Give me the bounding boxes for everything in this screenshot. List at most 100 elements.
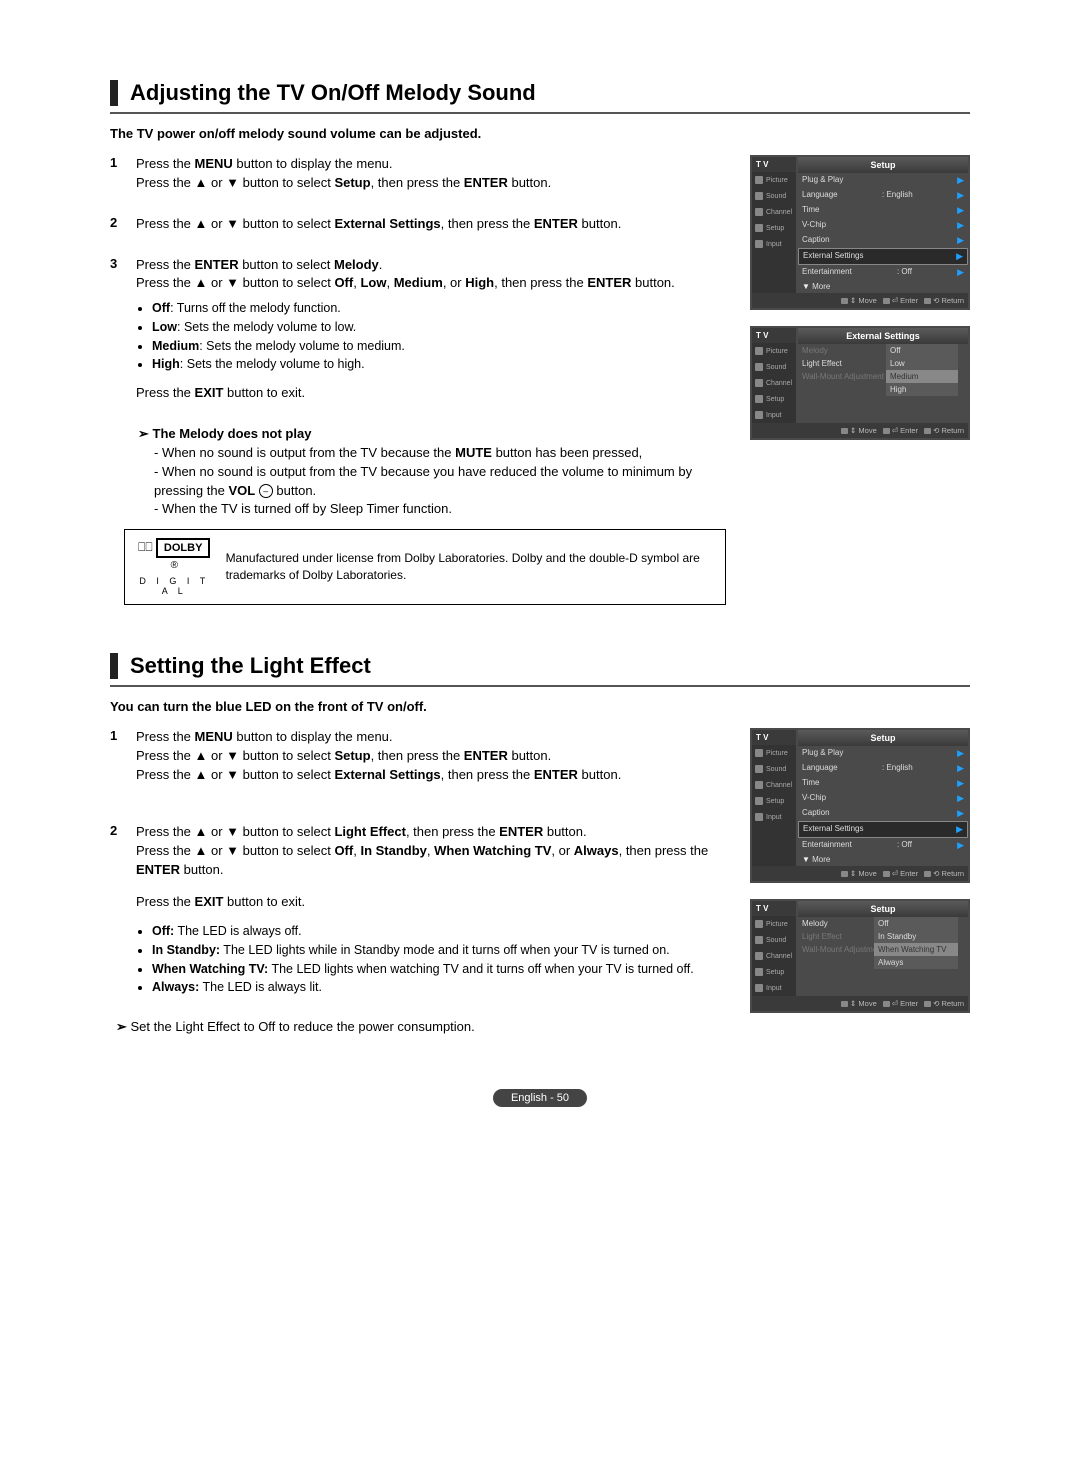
osd-row-time[interactable]: Time▶ (798, 203, 968, 218)
sidebar-item-picture[interactable]: Picture (752, 343, 796, 359)
osd-row-caption[interactable]: Caption▶ (798, 806, 968, 821)
sidebar-item-setup[interactable]: Setup (752, 220, 796, 236)
list-item: High: Sets the melody volume to high. (152, 355, 726, 374)
osd-row-language[interactable]: Language: English▶ (798, 188, 968, 203)
osd-row-more[interactable]: More (798, 853, 968, 866)
text: , (386, 275, 393, 290)
text: button. (578, 216, 621, 231)
sidebar-item-picture[interactable]: Picture (752, 172, 796, 188)
sidebar-item-channel[interactable]: Channel (752, 777, 796, 793)
text-bold: Low (360, 275, 386, 290)
picture-icon (755, 920, 763, 928)
sidebar-item-channel[interactable]: Channel (752, 204, 796, 220)
step-1: 1 Press the MENU button to display the m… (110, 155, 726, 193)
text: Press the ▲ or ▼ button to select (136, 175, 334, 190)
dropdown-option-high[interactable]: High (886, 383, 958, 396)
osd-row-external-settings[interactable]: External Settings▶ (798, 821, 968, 838)
dolby-notice: ⎕⎕ DOLBY® D I G I T A L Manufactured und… (124, 529, 726, 605)
text: button to select (239, 257, 334, 272)
dropdown-option-when-watching-tv[interactable]: When Watching TV (874, 943, 958, 956)
text-bold: ENTER (534, 216, 578, 231)
osd-row-entertainment[interactable]: Entertainment: Off▶ (798, 265, 968, 280)
osd-row-time[interactable]: Time▶ (798, 776, 968, 791)
step-number: 1 (110, 728, 124, 785)
list-item: In Standby: The LED lights while in Stan… (152, 941, 726, 960)
osd-header: Setup (798, 901, 968, 917)
channel-icon (755, 208, 763, 216)
sidebar-item-picture[interactable]: Picture (752, 916, 796, 932)
osd-row-external-settings[interactable]: External Settings▶ (798, 248, 968, 265)
text-bold: MUTE (455, 445, 492, 460)
sidebar-item-picture[interactable]: Picture (752, 745, 796, 761)
dropdown-option-off[interactable]: Off (886, 344, 958, 357)
osd-tv-label: T V (752, 901, 796, 916)
osd-row-vchip[interactable]: V-Chip▶ (798, 218, 968, 233)
channel-icon (755, 952, 763, 960)
text: , then press the (441, 216, 534, 231)
step-number: 1 (110, 155, 124, 193)
text: , then press the (494, 275, 587, 290)
text: button to exit. (223, 385, 305, 400)
sidebar-item-input[interactable]: Input (752, 809, 796, 825)
sidebar-item-channel[interactable]: Channel (752, 375, 796, 391)
sidebar-item-input[interactable]: Input (752, 980, 796, 996)
sidebar-item-setup[interactable]: Setup (752, 793, 796, 809)
setup-icon (755, 395, 763, 403)
text: button. (508, 175, 551, 190)
osd-footer: ⇕ Move ⏎ Enter ⟲ Return (752, 996, 968, 1011)
input-icon (755, 984, 763, 992)
text-bold: ENTER (587, 275, 631, 290)
text-bold: Setup (334, 175, 370, 190)
sidebar-item-channel[interactable]: Channel (752, 948, 796, 964)
text: button. (273, 483, 316, 498)
step-number: 2 (110, 823, 124, 997)
text-bold: MENU (195, 156, 233, 171)
section-intro: The TV power on/off melody sound volume … (110, 126, 970, 141)
light-effect-dropdown: Off In Standby When Watching TV Always (874, 917, 958, 969)
osd-row-plugplay[interactable]: Plug & Play▶ (798, 173, 968, 188)
list-item: Low: Sets the melody volume to low. (152, 318, 726, 337)
text: . (379, 257, 383, 272)
dropdown-option-medium[interactable]: Medium (886, 370, 958, 383)
sidebar-item-sound[interactable]: Sound (752, 188, 796, 204)
sidebar-item-setup[interactable]: Setup (752, 391, 796, 407)
sidebar-item-sound[interactable]: Sound (752, 359, 796, 375)
osd-header: External Settings (798, 328, 968, 344)
osd-row-entertainment[interactable]: Entertainment: Off▶ (798, 838, 968, 853)
osd-setup-menu: T V Picture Sound Channel Setup Input Se… (750, 155, 970, 310)
osd-row-plugplay[interactable]: Plug & Play▶ (798, 746, 968, 761)
dropdown-option-in-standby[interactable]: In Standby (874, 930, 958, 943)
melody-note: The Melody does not play - When no sound… (138, 425, 726, 519)
text-bold: EXIT (195, 385, 224, 400)
text: - When the TV is turned off by Sleep Tim… (154, 500, 726, 519)
text: button. (631, 275, 674, 290)
text: Press the ▲ or ▼ button to select (136, 275, 334, 290)
sidebar-item-input[interactable]: Input (752, 236, 796, 252)
dolby-digital-label: D I G I T A L (137, 576, 212, 596)
osd-footer: ⇕ Move ⏎ Enter ⟲ Return (752, 293, 968, 308)
list-item: Off: The LED is always off. (152, 922, 726, 941)
osd-row-more[interactable]: More (798, 280, 968, 293)
dropdown-option-low[interactable]: Low (886, 357, 958, 370)
list-item: Medium: Sets the melody volume to medium… (152, 337, 726, 356)
melody-options-list: Off: Turns off the melody function. Low:… (152, 299, 726, 374)
dropdown-option-off[interactable]: Off (874, 917, 958, 930)
text: Press the ▲ or ▼ button to select (136, 216, 334, 231)
list-item: When Watching TV: The LED lights when wa… (152, 960, 726, 979)
text: - When no sound is output from the TV be… (154, 445, 455, 460)
sidebar-item-input[interactable]: Input (752, 407, 796, 423)
text-bold: High (465, 275, 494, 290)
sidebar-item-sound[interactable]: Sound (752, 761, 796, 777)
section-light-effect: Setting the Light Effect You can turn th… (110, 653, 970, 1035)
dropdown-option-always[interactable]: Always (874, 956, 958, 969)
setup-icon (755, 968, 763, 976)
vol-minus-icon: – (259, 484, 273, 498)
text-bold: ENTER (464, 175, 508, 190)
osd-header: Setup (798, 157, 968, 173)
osd-row-language[interactable]: Language: English▶ (798, 761, 968, 776)
sidebar-item-setup[interactable]: Setup (752, 964, 796, 980)
sidebar-item-sound[interactable]: Sound (752, 932, 796, 948)
osd-row-caption[interactable]: Caption▶ (798, 233, 968, 248)
channel-icon (755, 781, 763, 789)
osd-row-vchip[interactable]: V-Chip▶ (798, 791, 968, 806)
